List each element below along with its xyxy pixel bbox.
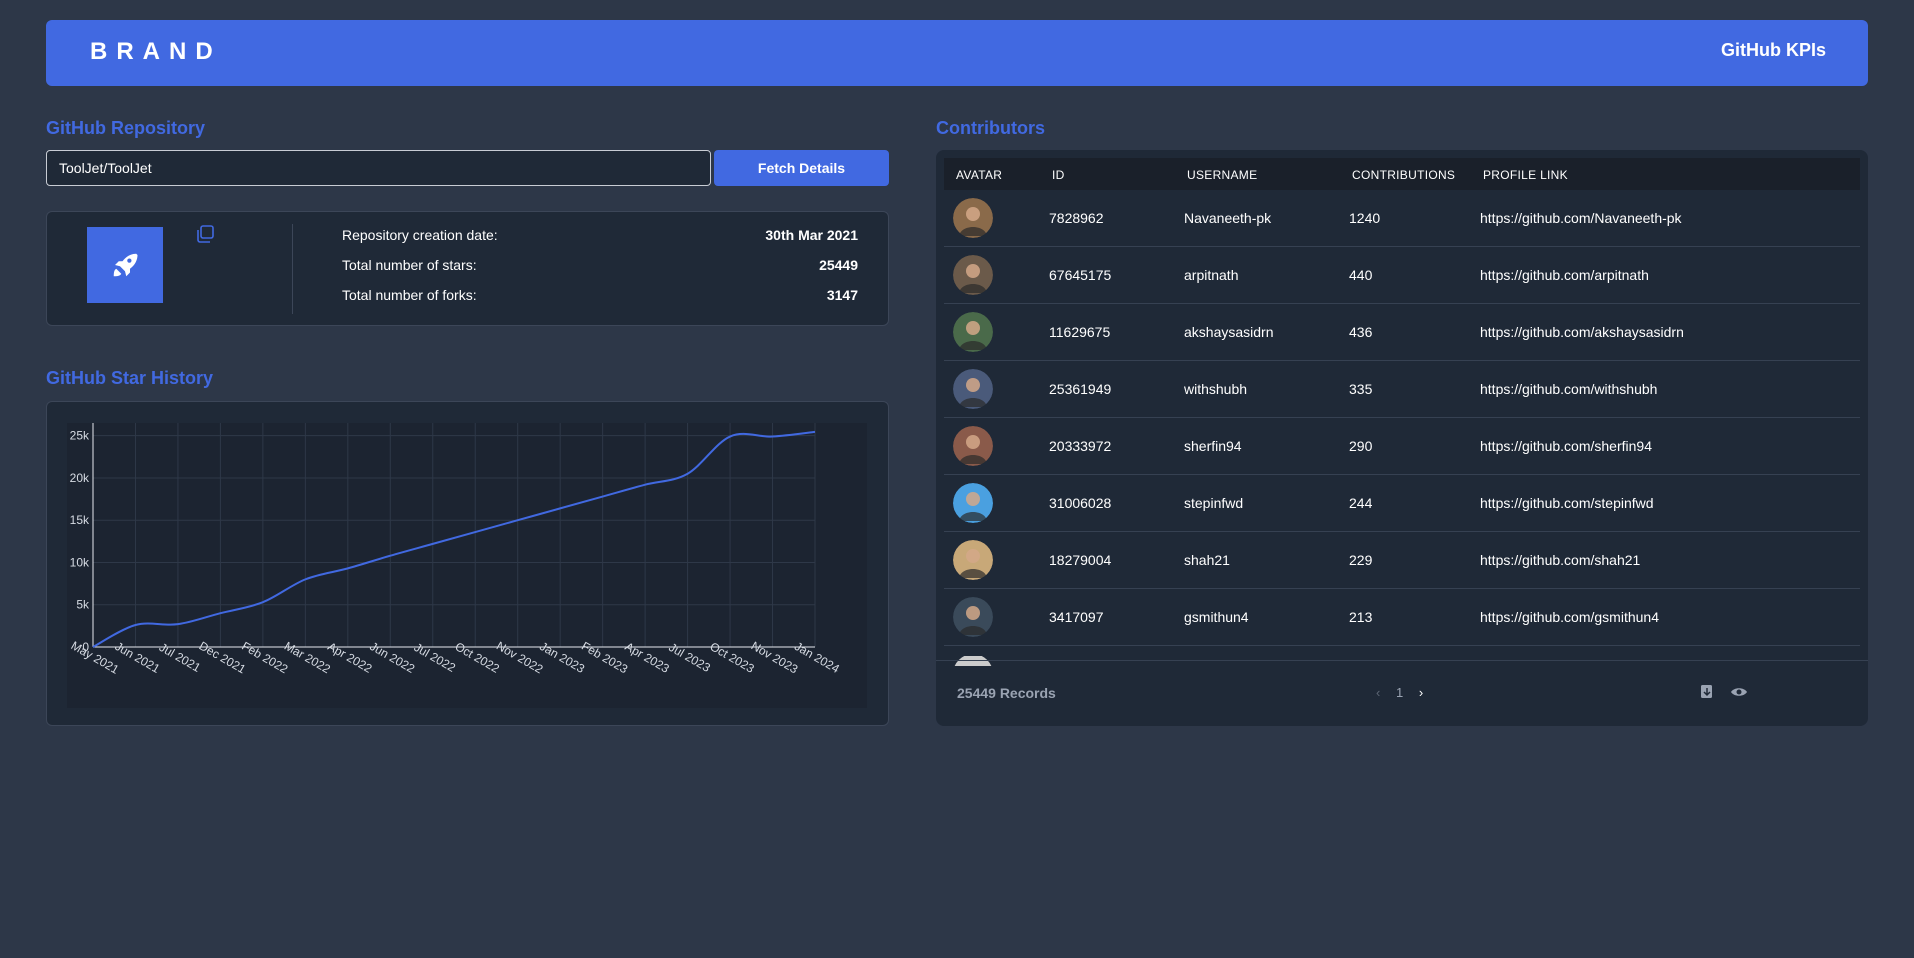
stars-label: Total number of stars: [342,257,477,273]
star-history-chart: 05k10k15k20k25kMay 2021Jun 2021Jul 2021D… [67,423,867,708]
y-tick-label: 15k [70,513,90,527]
prev-page-button[interactable]: ‹ [1376,685,1380,700]
avatar [953,540,993,580]
table-row[interactable]: 3417097 gsmithun4 213 https://github.com/gs… [944,589,1860,646]
contributor-username: shah21 [1184,552,1230,568]
pagination: ‹ 1 › [1376,685,1423,700]
star-history-card: 0 5k 10k 15k 20k 25k May 2021 Jun 2021 Jul 2021 D… [46,401,889,726]
avatar [953,255,993,295]
repository-input[interactable] [46,150,711,186]
creation-date-row: Repository creation date: 30th Mar 2021 [342,227,858,247]
table-row[interactable]: 67645175 arpitnath 440 https://github.com/a… [944,247,1860,304]
table-row[interactable]: 7828962 Navaneeth-pk 1240 https://github.co… [944,190,1860,247]
contributor-profile-link[interactable]: https://github.com/sherfin94 [1480,438,1652,454]
table-footer: 25449 Records ‹ 1 › [936,660,1868,726]
rocket-icon [113,253,138,277]
contributor-profile-link[interactable]: https://github.com/withshubh [1480,381,1657,397]
contributor-username: stepinfwd [1184,495,1244,511]
contributor-id: 25361949 [1049,381,1112,397]
avatar [953,597,993,637]
column-header-profile-link[interactable]: PROFILE LINK [1483,168,1568,182]
contributor-profile-link[interactable]: https://github.com/gsmithun4 [1480,609,1659,625]
y-tick-label: 25k [70,429,90,443]
records-count: 25449 Records [957,685,1056,701]
contributor-id: 7828962 [1049,210,1104,226]
column-header-id[interactable]: ID [1052,168,1065,182]
contributor-profile-link[interactable]: https://github.com/shah21 [1480,552,1640,568]
download-icon[interactable] [1698,683,1716,701]
creation-date-label: Repository creation date: [342,227,498,243]
contributor-profile-link[interactable]: https://github.com/akshaysasidrn [1480,324,1684,340]
column-header-avatar[interactable]: AVATAR [956,168,1002,182]
contributor-contributions: 440 [1349,267,1373,283]
table-row[interactable]: 20333972 sherfin94 290 https://github.com/s… [944,418,1860,475]
table-row[interactable]: 25361949 withshubh 335 https://github.com/w… [944,361,1860,418]
contributor-contributions: 213 [1349,609,1373,625]
avatar [953,426,993,466]
avatar [953,483,993,523]
brand-logo: BRAND [90,38,222,65]
eye-icon[interactable] [1730,683,1748,701]
star-history-section-title: GitHub Star History [46,368,214,388]
contributor-contributions: 436 [1349,324,1373,340]
contributor-profile-link[interactable]: https://github.com/stepinfwd [1480,495,1654,511]
contributor-username: sherfin94 [1184,438,1242,454]
contributor-profile-link[interactable]: https://github.com/arpitnath [1480,267,1649,283]
contributors-section-title: Contributors [936,118,1045,138]
avatar [953,369,993,409]
contributor-username: Navaneeth-pk [1184,210,1272,226]
contributor-username: arpitnath [1184,267,1239,283]
forks-value: 3147 [826,287,858,303]
contributor-username: akshaysasidrn [1184,324,1274,340]
table-header: AVATAR ID USERNAME CONTRIBUTIONS PROFILE… [944,158,1860,190]
y-tick-label: 5k [76,598,90,612]
y-tick-label: 10k [70,555,90,569]
navbar: BRAND GitHub KPIs [46,20,1868,86]
next-page-button[interactable]: › [1419,685,1423,700]
creation-date-value: 30th Mar 2021 [765,227,858,243]
y-tick-label: 20k [70,471,90,485]
contributor-contributions: 229 [1349,552,1373,568]
forks-label: Total number of forks: [342,287,477,303]
contributor-id: 11629675 [1049,324,1111,340]
repository-section-title: GitHub Repository [46,118,206,138]
repository-details-card: Repository creation date: 30th Mar 2021 … [46,211,889,326]
contributor-contributions: 1240 [1349,210,1381,226]
table-row[interactable]: 18279004 shah21 229 https://github.com/shah… [944,532,1860,589]
column-header-username[interactable]: USERNAME [1187,168,1257,182]
contributor-id: 67645175 [1049,267,1112,283]
copy-icon[interactable] [195,224,215,244]
contributor-username: gsmithun4 [1184,609,1249,625]
contributor-id: 18279004 [1049,552,1112,568]
contributor-id: 31006028 [1049,495,1112,511]
repository-avatar [87,227,163,303]
column-header-contributions[interactable]: CONTRIBUTIONS [1352,168,1455,182]
page-title: GitHub KPIs [1720,40,1826,60]
fetch-details-button[interactable]: Fetch Details [714,150,889,186]
contributor-contributions: 335 [1349,381,1373,397]
contributor-contributions: 290 [1349,438,1373,454]
contributors-table: AVATAR ID USERNAME CONTRIBUTIONS PROFILE… [936,150,1868,726]
avatar [953,198,993,238]
card-divider [292,224,293,314]
table-row[interactable]: 31006028 stepinfwd 244 https://github.com/s… [944,475,1860,532]
stars-row: Total number of stars: 25449 [342,257,858,277]
contributor-id: 20333972 [1049,438,1112,454]
table-row[interactable]: 11629675 akshaysasidrn 436 https://github.c… [944,304,1860,361]
contributor-contributions: 244 [1349,495,1373,511]
avatar [953,312,993,352]
forks-row: Total number of forks: 3147 [342,287,858,307]
page-number[interactable]: 1 [1396,685,1403,700]
contributor-id: 3417097 [1049,609,1104,625]
stars-value: 25449 [819,257,858,273]
contributor-username: withshubh [1184,381,1248,397]
contributor-profile-link[interactable]: https://github.com/Navaneeth-pk [1480,210,1682,226]
